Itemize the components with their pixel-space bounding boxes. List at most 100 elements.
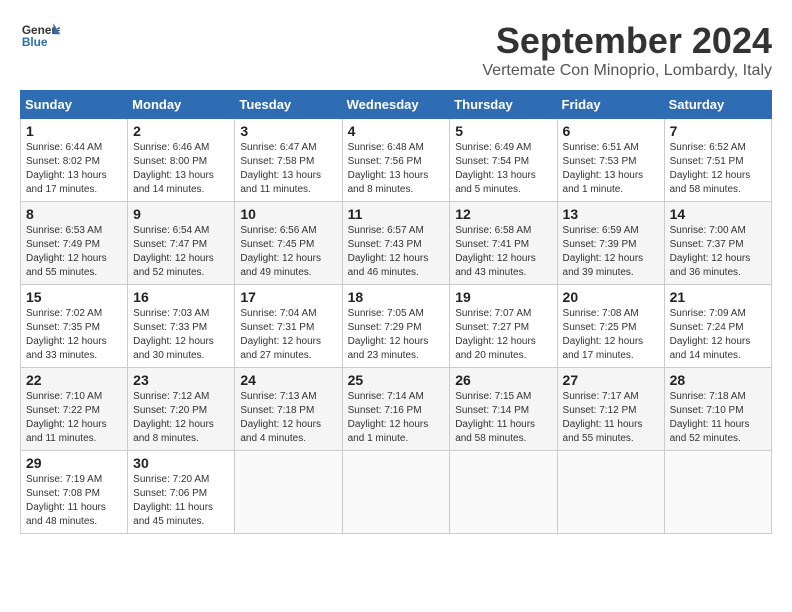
calendar-cell: 8 Sunrise: 6:53 AM Sunset: 7:49 PM Daylig… (21, 202, 128, 285)
calendar-cell: 7Sunrise: 6:52 AM Sunset: 7:51 PM Daylig… (664, 119, 771, 202)
day-info: Sunrise: 6:51 AM Sunset: 7:53 PM Dayligh… (563, 141, 659, 197)
day-number: 5 (455, 123, 551, 139)
day-info: Sunrise: 6:56 AM Sunset: 7:45 PM Dayligh… (240, 224, 336, 280)
page-header: General Blue September 2024 Vertemate Co… (20, 20, 772, 80)
day-info: Sunrise: 7:03 AM Sunset: 7:33 PM Dayligh… (133, 307, 229, 363)
day-number: 27 (563, 372, 659, 388)
day-info: Sunrise: 7:19 AM Sunset: 7:08 PM Dayligh… (26, 473, 122, 529)
day-info: Sunrise: 7:05 AM Sunset: 7:29 PM Dayligh… (348, 307, 445, 363)
day-info: Sunrise: 6:58 AM Sunset: 7:41 PM Dayligh… (455, 224, 551, 280)
calendar-cell: 3 Sunrise: 6:47 AM Sunset: 7:58 PM Daylig… (235, 119, 342, 202)
day-number: 15 (26, 289, 122, 305)
day-info: Sunrise: 6:57 AM Sunset: 7:43 PM Dayligh… (348, 224, 445, 280)
calendar-cell: 1Sunrise: 6:44 AM Sunset: 8:02 PM Daylig… (21, 119, 128, 202)
weekday-header-friday: Friday (557, 91, 664, 119)
weekday-header-monday: Monday (128, 91, 235, 119)
week-row-2: 8 Sunrise: 6:53 AM Sunset: 7:49 PM Daylig… (21, 202, 772, 285)
day-info: Sunrise: 7:13 AM Sunset: 7:18 PM Dayligh… (240, 390, 336, 446)
day-info: Sunrise: 6:53 AM Sunset: 7:49 PM Dayligh… (26, 224, 122, 280)
day-number: 30 (133, 455, 229, 471)
calendar-cell: 20 Sunrise: 7:08 AM Sunset: 7:25 PM Dayli… (557, 285, 664, 368)
day-info: Sunrise: 7:08 AM Sunset: 7:25 PM Dayligh… (563, 307, 659, 363)
day-number: 19 (455, 289, 551, 305)
logo-icon: General Blue (20, 20, 60, 50)
calendar-cell (235, 451, 342, 534)
day-number: 11 (348, 206, 445, 222)
day-info: Sunrise: 7:12 AM Sunset: 7:20 PM Dayligh… (133, 390, 229, 446)
week-row-3: 15 Sunrise: 7:02 AM Sunset: 7:35 PM Dayli… (21, 285, 772, 368)
day-info: Sunrise: 7:09 AM Sunset: 7:24 PM Dayligh… (670, 307, 766, 363)
calendar-cell (450, 451, 557, 534)
calendar-cell: 24 Sunrise: 7:13 AM Sunset: 7:18 PM Dayli… (235, 368, 342, 451)
day-number: 4 (348, 123, 445, 139)
day-info: Sunrise: 6:59 AM Sunset: 7:39 PM Dayligh… (563, 224, 659, 280)
calendar-cell: 16 Sunrise: 7:03 AM Sunset: 7:33 PM Dayli… (128, 285, 235, 368)
calendar-cell: 18 Sunrise: 7:05 AM Sunset: 7:29 PM Dayli… (342, 285, 450, 368)
day-number: 10 (240, 206, 336, 222)
day-info: Sunrise: 7:10 AM Sunset: 7:22 PM Dayligh… (26, 390, 122, 446)
weekday-header-wednesday: Wednesday (342, 91, 450, 119)
calendar-cell: 26 Sunrise: 7:15 AM Sunset: 7:14 PM Dayli… (450, 368, 557, 451)
day-number: 28 (670, 372, 766, 388)
weekday-header-sunday: Sunday (21, 91, 128, 119)
day-info: Sunrise: 7:14 AM Sunset: 7:16 PM Dayligh… (348, 390, 445, 446)
calendar-cell: 28 Sunrise: 7:18 AM Sunset: 7:10 PM Dayli… (664, 368, 771, 451)
day-number: 9 (133, 206, 229, 222)
logo: General Blue (20, 20, 60, 50)
weekday-header-thursday: Thursday (450, 91, 557, 119)
calendar-cell: 29 Sunrise: 7:19 AM Sunset: 7:08 PM Dayli… (21, 451, 128, 534)
day-number: 16 (133, 289, 229, 305)
day-number: 1 (26, 123, 122, 139)
calendar-cell: 25Sunrise: 7:14 AM Sunset: 7:16 PM Dayli… (342, 368, 450, 451)
day-number: 7 (670, 123, 766, 139)
calendar-cell: 17 Sunrise: 7:04 AM Sunset: 7:31 PM Dayli… (235, 285, 342, 368)
calendar-cell: 6Sunrise: 6:51 AM Sunset: 7:53 PM Daylig… (557, 119, 664, 202)
weekday-header-saturday: Saturday (664, 91, 771, 119)
calendar-cell: 15 Sunrise: 7:02 AM Sunset: 7:35 PM Dayli… (21, 285, 128, 368)
month-title: September 2024 (482, 20, 772, 62)
day-info: Sunrise: 6:47 AM Sunset: 7:58 PM Dayligh… (240, 141, 336, 197)
day-info: Sunrise: 7:02 AM Sunset: 7:35 PM Dayligh… (26, 307, 122, 363)
day-info: Sunrise: 6:46 AM Sunset: 8:00 PM Dayligh… (133, 141, 229, 197)
day-info: Sunrise: 7:17 AM Sunset: 7:12 PM Dayligh… (563, 390, 659, 446)
calendar-cell: 14Sunrise: 7:00 AM Sunset: 7:37 PM Dayli… (664, 202, 771, 285)
calendar-cell: 23 Sunrise: 7:12 AM Sunset: 7:20 PM Dayli… (128, 368, 235, 451)
day-info: Sunrise: 7:15 AM Sunset: 7:14 PM Dayligh… (455, 390, 551, 446)
day-number: 2 (133, 123, 229, 139)
day-number: 17 (240, 289, 336, 305)
calendar-cell: 5Sunrise: 6:49 AM Sunset: 7:54 PM Daylig… (450, 119, 557, 202)
location-title: Vertemate Con Minoprio, Lombardy, Italy (482, 62, 772, 80)
calendar-cell: 30Sunrise: 7:20 AM Sunset: 7:06 PM Dayli… (128, 451, 235, 534)
day-number: 14 (670, 206, 766, 222)
day-number: 29 (26, 455, 122, 471)
calendar-cell: 12 Sunrise: 6:58 AM Sunset: 7:41 PM Dayli… (450, 202, 557, 285)
calendar-cell: 27 Sunrise: 7:17 AM Sunset: 7:12 PM Dayli… (557, 368, 664, 451)
day-number: 22 (26, 372, 122, 388)
day-info: Sunrise: 7:18 AM Sunset: 7:10 PM Dayligh… (670, 390, 766, 446)
calendar-cell: 2 Sunrise: 6:46 AM Sunset: 8:00 PM Daylig… (128, 119, 235, 202)
day-number: 20 (563, 289, 659, 305)
day-number: 24 (240, 372, 336, 388)
calendar-cell: 21 Sunrise: 7:09 AM Sunset: 7:24 PM Dayli… (664, 285, 771, 368)
day-number: 26 (455, 372, 551, 388)
day-info: Sunrise: 7:04 AM Sunset: 7:31 PM Dayligh… (240, 307, 336, 363)
calendar-cell (342, 451, 450, 534)
day-number: 21 (670, 289, 766, 305)
day-number: 13 (563, 206, 659, 222)
calendar-cell (557, 451, 664, 534)
day-number: 12 (455, 206, 551, 222)
svg-text:Blue: Blue (22, 35, 48, 49)
title-section: September 2024 Vertemate Con Minoprio, L… (482, 20, 772, 80)
day-number: 8 (26, 206, 122, 222)
day-info: Sunrise: 6:54 AM Sunset: 7:47 PM Dayligh… (133, 224, 229, 280)
calendar-cell (664, 451, 771, 534)
calendar-cell: 11 Sunrise: 6:57 AM Sunset: 7:43 PM Dayli… (342, 202, 450, 285)
calendar-cell: 13 Sunrise: 6:59 AM Sunset: 7:39 PM Dayli… (557, 202, 664, 285)
weekday-header-row: SundayMondayTuesdayWednesdayThursdayFrid… (21, 91, 772, 119)
day-number: 3 (240, 123, 336, 139)
weekday-header-tuesday: Tuesday (235, 91, 342, 119)
calendar-cell: 9 Sunrise: 6:54 AM Sunset: 7:47 PM Daylig… (128, 202, 235, 285)
day-number: 23 (133, 372, 229, 388)
week-row-5: 29 Sunrise: 7:19 AM Sunset: 7:08 PM Dayli… (21, 451, 772, 534)
day-number: 18 (348, 289, 445, 305)
